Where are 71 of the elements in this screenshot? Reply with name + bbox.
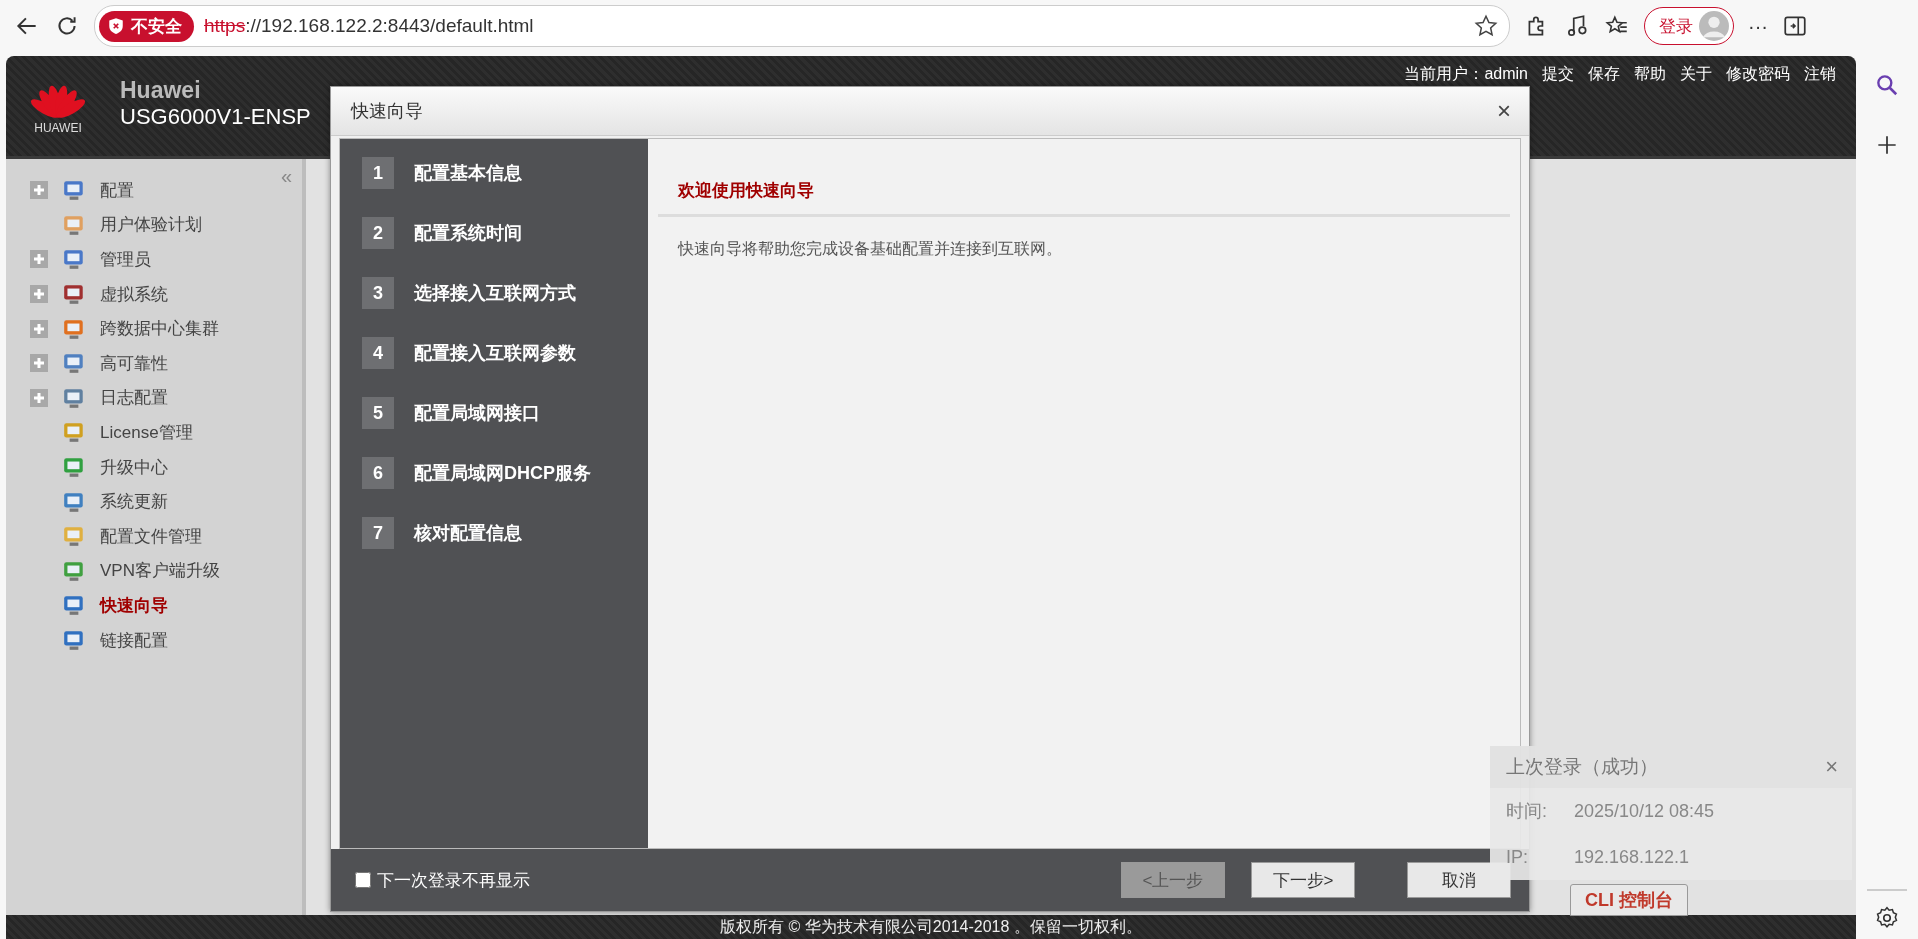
copyright-text: 版权所有 © 华为技术有限公司2014-2018 。保留一切权利。 [6,915,1856,939]
wizard-button[interactable]: 下一步> [1251,862,1355,898]
menu-icon [62,420,86,445]
nav-item[interactable]: 跨数据中心集群 [100,317,219,341]
menu-icon [62,282,86,307]
checkbox[interactable] [355,872,371,888]
nav-item[interactable]: 配置 [100,178,134,202]
step-label: 核对配置信息 [414,522,522,545]
field-value: 192.168.122.1 [1574,846,1690,868]
nav-item[interactable]: 虚拟系统 [100,282,168,306]
step-label: 配置局域网DHCP服务 [414,462,591,485]
nav-item[interactable]: 管理员 [100,248,151,271]
step-number: 4 [362,337,394,369]
nav-item[interactable]: License管理 [100,420,193,444]
menu-icon [62,247,86,272]
address-bar[interactable]: 不安全 https://192.168.122.2:8443/default.html [94,5,1510,47]
star-icon[interactable] [1473,13,1499,39]
nav-item[interactable]: 链接配置 [100,628,168,652]
menu-icon [62,178,86,203]
header-link[interactable]: 当前用户：admin [1404,64,1528,85]
close-button[interactable]: × [1497,97,1511,125]
avatar-icon [1699,11,1729,41]
step-number: 5 [362,397,394,429]
header-link[interactable]: 保存 [1588,64,1620,85]
nav-item[interactable]: 日志配置 [100,386,168,410]
dialog-title: 快速向导 [351,100,423,123]
header-link[interactable]: 注销 [1804,64,1836,85]
step-label: 配置接入互联网参数 [414,342,576,365]
menu-icon [62,628,86,652]
nav-item[interactable]: 快速向导 [100,593,168,617]
header-link[interactable]: 关于 [1680,64,1712,85]
step-number: 3 [362,277,394,309]
security-badge[interactable]: 不安全 [99,10,194,42]
wizard-heading: 欢迎使用快速向导 [658,139,1510,217]
search-icon[interactable] [1874,72,1900,98]
header-link[interactable]: 帮助 [1634,64,1666,85]
step-label: 配置系统时间 [414,222,522,245]
step-number: 6 [362,457,394,489]
device-model: USG6000V1-ENSP [120,103,311,130]
step-label: 配置基本信息 [414,162,522,185]
field-value: 2025/10/12 08:45 [1574,800,1715,822]
close-button[interactable]: × [1825,754,1838,780]
step-number: 1 [362,157,394,189]
wizard-button[interactable]: 取消 [1407,862,1511,898]
wizard-message: 快速向导将帮助您完成设备基础配置并连接到互联网。 [676,239,1063,259]
nav-item[interactable]: 用户体验计划 [100,213,202,237]
menu-icon [62,351,86,376]
step-number: 7 [362,517,394,549]
field-label: 时间: [1506,800,1548,823]
step-label: 配置局域网接口 [414,402,540,425]
login-button[interactable]: 登录 [1644,7,1734,45]
notification-title: 上次登录（成功） [1506,755,1658,779]
sidebar-toggle-icon[interactable] [1782,13,1808,39]
step-number: 2 [362,217,394,249]
nav-item[interactable]: 高可靠性 [100,351,168,375]
menu-icon [62,524,86,549]
header-link[interactable]: 修改密码 [1726,64,1790,85]
brand-name: Huawei [120,76,202,104]
header-link[interactable]: 提交 [1542,64,1574,85]
menu-icon [62,455,86,480]
checkbox-label: 下一次登录不再显示 [377,869,530,892]
url-text: https://192.168.122.2:8443/default.html [204,15,535,37]
more-button[interactable]: ··· [1748,14,1768,38]
nav-item[interactable]: VPN客户端升级 [100,559,220,583]
nav-item[interactable]: 升级中心 [100,455,168,479]
menu-icon [62,593,86,618]
step-label: 选择接入互联网方式 [414,282,576,305]
cli-console-button[interactable]: CLI 控制台 [1570,884,1688,916]
nav-item[interactable]: 配置文件管理 [100,524,202,548]
logo-text: HUAWEI [34,121,82,135]
nav-item[interactable]: 系统更新 [100,490,168,514]
